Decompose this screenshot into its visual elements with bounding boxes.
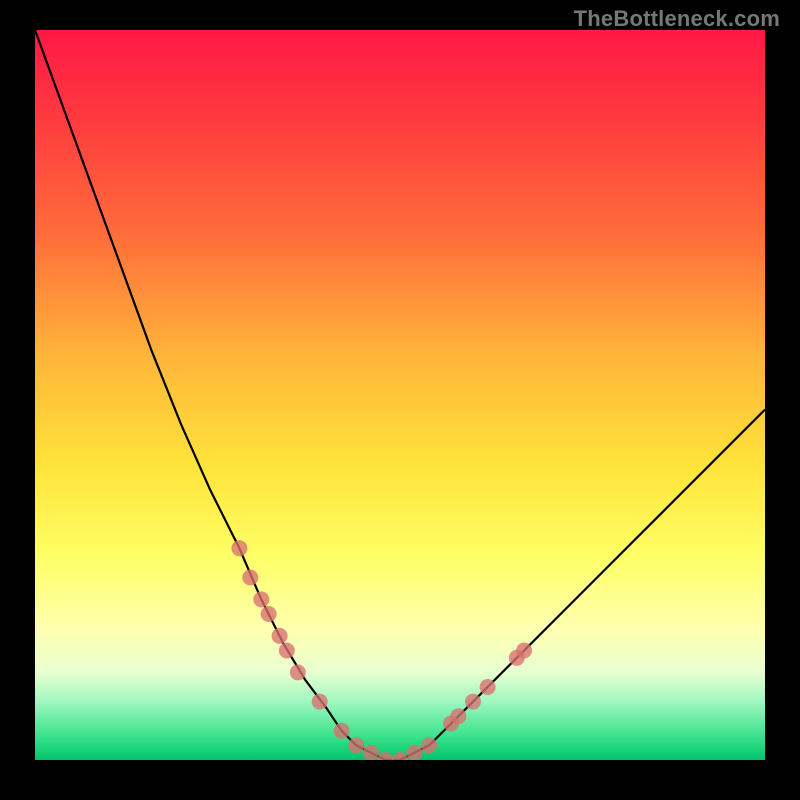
data-marker bbox=[231, 540, 247, 556]
data-marker bbox=[272, 628, 288, 644]
data-marker bbox=[516, 643, 532, 659]
data-marker bbox=[407, 745, 423, 760]
data-marker bbox=[334, 723, 350, 739]
data-marker bbox=[450, 708, 466, 724]
data-marker bbox=[279, 643, 295, 659]
data-marker bbox=[480, 679, 496, 695]
data-marker bbox=[261, 606, 277, 622]
watermark-label: TheBottleneck.com bbox=[574, 6, 780, 32]
bottleneck-curve bbox=[35, 30, 765, 760]
data-marker bbox=[363, 745, 379, 760]
data-marker bbox=[421, 737, 437, 753]
data-marker bbox=[377, 752, 393, 760]
data-marker bbox=[392, 752, 408, 760]
data-marker bbox=[242, 570, 258, 586]
data-marker bbox=[290, 664, 306, 680]
data-marker bbox=[465, 694, 481, 710]
data-marker bbox=[312, 694, 328, 710]
data-marker bbox=[348, 737, 364, 753]
plot-area bbox=[35, 30, 765, 760]
chart-svg bbox=[35, 30, 765, 760]
data-marker bbox=[253, 591, 269, 607]
chart-container: TheBottleneck.com bbox=[0, 0, 800, 800]
